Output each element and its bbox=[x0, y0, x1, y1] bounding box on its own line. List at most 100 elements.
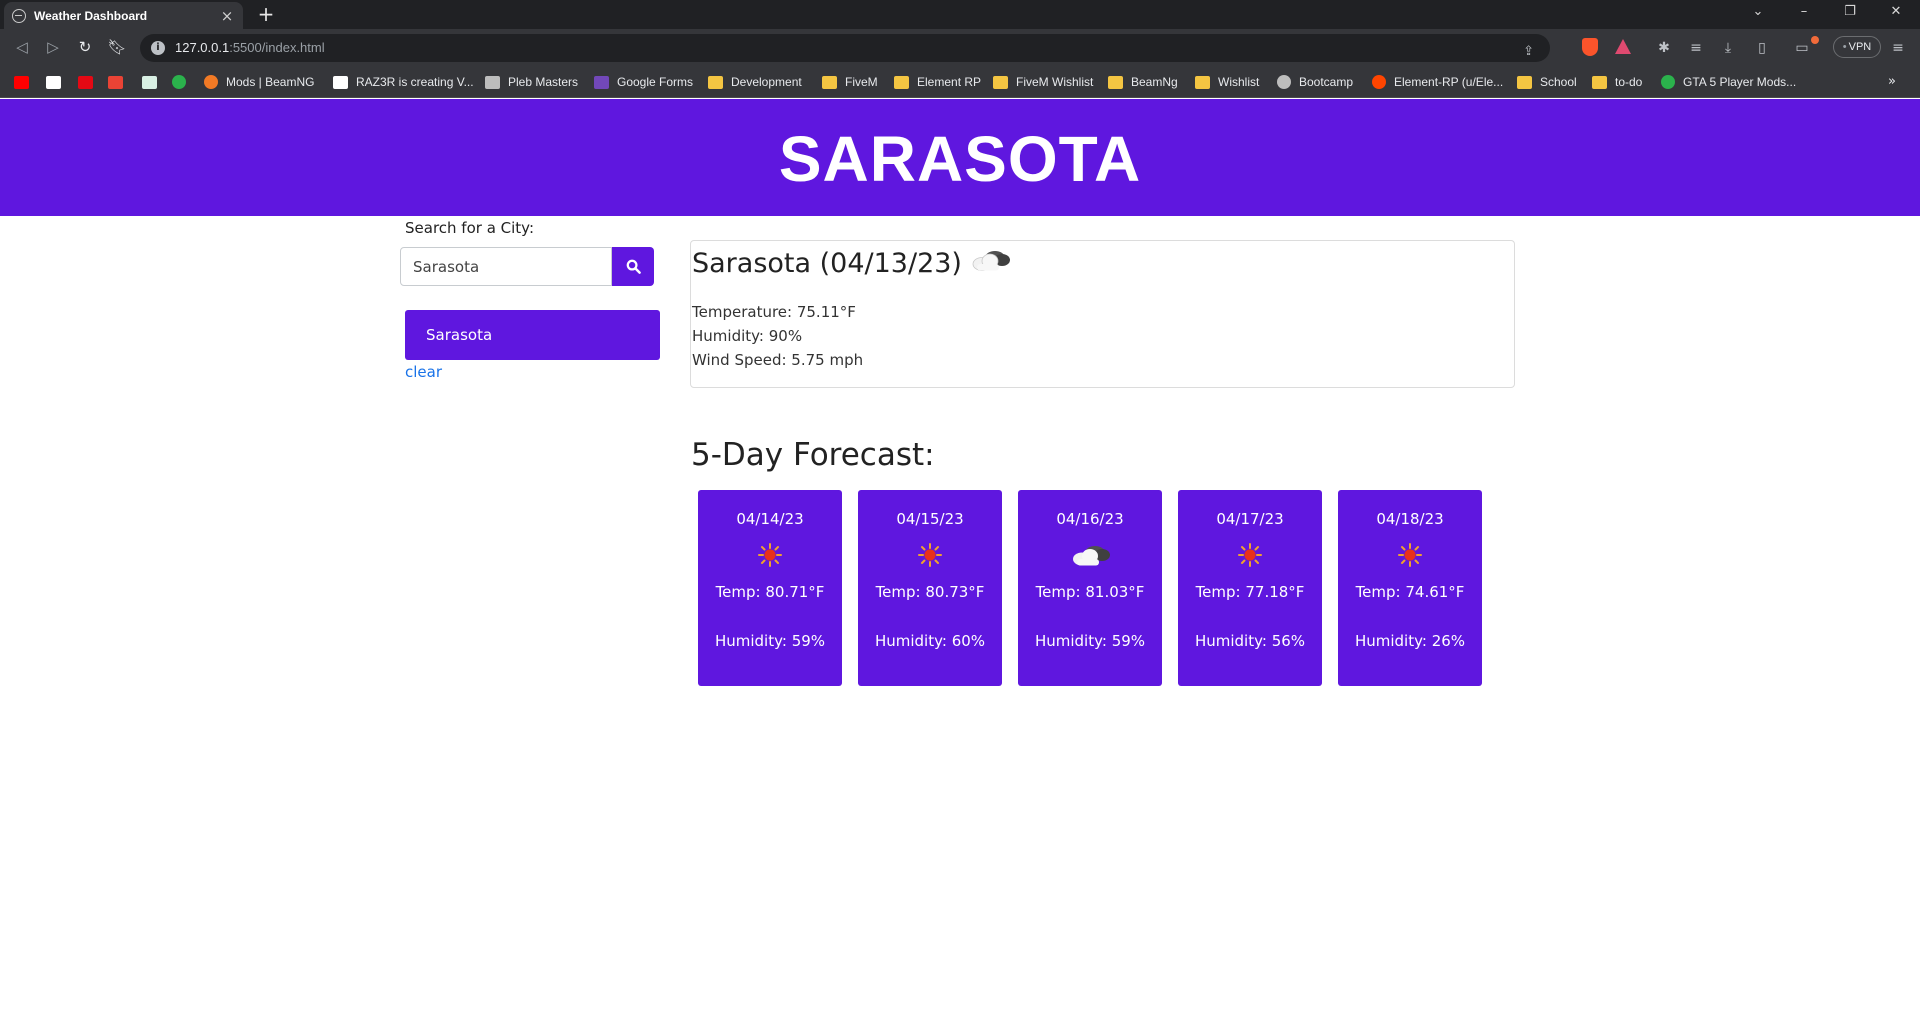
download-icon[interactable]: ⤓ bbox=[1718, 38, 1738, 58]
reading-list-icon[interactable]: ≡ bbox=[1686, 38, 1706, 58]
bookmark-element-rp-u-ele[interactable]: Element-RP (u/Ele... bbox=[1372, 72, 1503, 92]
netflix-icon bbox=[78, 75, 93, 89]
current-city-date: Sarasota (04/13/23) bbox=[692, 248, 962, 279]
brave-shields-icon[interactable] bbox=[1582, 38, 1598, 56]
beamng-icon bbox=[204, 75, 218, 89]
clear-history-link[interactable]: clear bbox=[405, 363, 442, 381]
bookmark-label: Bootcamp bbox=[1299, 75, 1354, 89]
share-icon[interactable]: ⇪ bbox=[1523, 44, 1534, 59]
bookmark-label: School bbox=[1540, 75, 1577, 89]
bookmark-label: to-do bbox=[1615, 75, 1643, 89]
current-temperature: Temperature: 75.11°F bbox=[692, 303, 856, 321]
forecast-temp: Temp: 81.03°F bbox=[1035, 583, 1145, 601]
bookmark-label: Pleb Masters bbox=[508, 75, 579, 89]
browser-tab-strip: Weather Dashboard × + ⌄ – ❐ ✕ bbox=[0, 0, 1920, 29]
forecast-card: 04/17/23 Temp: 77.18°F Humidity: 56% bbox=[1178, 490, 1322, 686]
folder-icon bbox=[1517, 75, 1532, 89]
bookmark-raz3r-is-creating-v[interactable]: RAZ3R is creating V... bbox=[333, 72, 474, 92]
bookmark-element-rp[interactable]: Element RP bbox=[894, 72, 981, 92]
bookmark-to-do[interactable]: to-do bbox=[1592, 72, 1642, 92]
current-weather-card: Sarasota (04/13/23) Temperature: 75.11°F… bbox=[690, 240, 1515, 388]
tab-search-icon[interactable]: ⌄ bbox=[1748, 4, 1768, 19]
search-label: Search for a City: bbox=[405, 219, 535, 237]
forecast-card: 04/16/23 Temp: 81.03°F Humidity: 59% bbox=[1018, 490, 1162, 686]
bookmark-label: Element RP bbox=[917, 75, 982, 89]
bookmarks-bar: Mods | BeamNG RAZ3R is creating V... Pleb … bbox=[0, 66, 1920, 98]
forecast-temp: Temp: 77.18°F bbox=[1195, 583, 1305, 601]
bookmark-label: GTA 5 Player Mods... bbox=[1683, 75, 1797, 89]
bookmark-school[interactable]: School bbox=[1517, 72, 1577, 92]
reddit-icon bbox=[1372, 75, 1386, 89]
restore-icon[interactable]: ❐ bbox=[1840, 4, 1860, 19]
search-button[interactable] bbox=[612, 247, 654, 286]
forecast-humidity: Humidity: 60% bbox=[874, 632, 986, 650]
forward-icon[interactable]: ▷ bbox=[43, 37, 63, 57]
sidebar-icon[interactable]: ▯ bbox=[1752, 38, 1772, 58]
brave-rewards-icon[interactable] bbox=[1615, 39, 1631, 54]
forecast-title: 5-Day Forecast: bbox=[691, 437, 935, 473]
bookmark-label: FiveM bbox=[845, 75, 878, 89]
menu-icon[interactable]: ≡ bbox=[1888, 38, 1908, 58]
city-search-input[interactable] bbox=[400, 247, 612, 286]
bookmark-wishlist[interactable]: Wishlist bbox=[1195, 72, 1259, 92]
forecast-humidity: Humidity: 59% bbox=[714, 632, 826, 650]
bookmark-label: FiveM Wishlist bbox=[1016, 75, 1094, 89]
forms-icon bbox=[594, 75, 609, 89]
forecast-humidity: Humidity: 59% bbox=[1034, 632, 1146, 650]
browser-toolbar: ◁ ▷ ↻ 🔖︎ i 127.0.0.1:5500/index.html ⇪ ✱… bbox=[0, 29, 1920, 66]
close-tab-icon[interactable]: × bbox=[219, 7, 235, 25]
vpn-button[interactable]: VPN bbox=[1833, 36, 1881, 58]
bookmark-label: Mods | BeamNG bbox=[226, 75, 315, 89]
bookmark-beamng[interactable]: BeamNg bbox=[1108, 72, 1178, 92]
pleb-icon bbox=[485, 75, 500, 89]
bookmark-youtube[interactable] bbox=[14, 72, 29, 92]
back-icon[interactable]: ◁ bbox=[12, 37, 32, 57]
folder-icon bbox=[993, 75, 1008, 89]
bookmark-chatgpt[interactable] bbox=[142, 72, 157, 92]
bookmark-development[interactable]: Development bbox=[708, 72, 802, 92]
current-humidity: Humidity: 90% bbox=[692, 327, 803, 345]
forecast-date: 04/18/23 bbox=[1376, 510, 1444, 528]
folder-icon bbox=[1592, 75, 1607, 89]
forecast-humidity: Humidity: 26% bbox=[1354, 632, 1466, 650]
globe-icon bbox=[12, 8, 26, 23]
bookmark-label: BeamNg bbox=[1131, 75, 1178, 89]
forecast-temp: Temp: 74.61°F bbox=[1355, 583, 1465, 601]
bookmark-bootcamp[interactable]: Bootcamp bbox=[1277, 72, 1353, 92]
history-city-button[interactable]: Sarasota bbox=[405, 310, 660, 360]
bookmark-green-round[interactable] bbox=[172, 72, 186, 92]
bookmark-amazon[interactable] bbox=[46, 72, 61, 92]
forecast-card: 04/18/23 Temp: 74.61°F Humidity: 26% bbox=[1338, 490, 1482, 686]
bookmark-label: Wishlist bbox=[1218, 75, 1260, 89]
sun-icon bbox=[1338, 542, 1482, 568]
folder-icon bbox=[1195, 75, 1210, 89]
bookmark-icon[interactable]: 🔖︎ bbox=[107, 37, 127, 57]
minimize-icon[interactable]: – bbox=[1794, 4, 1814, 19]
address-bar[interactable]: i 127.0.0.1:5500/index.html ⇪ bbox=[140, 34, 1550, 62]
sun-icon bbox=[858, 542, 1002, 568]
bookmark-fivem[interactable]: FiveM bbox=[822, 72, 878, 92]
bookmark-gmail[interactable] bbox=[108, 72, 123, 92]
bookmark-mods-beamng[interactable]: Mods | BeamNG bbox=[204, 72, 314, 92]
new-tab-button[interactable]: + bbox=[255, 4, 277, 26]
forecast-date: 04/17/23 bbox=[1216, 510, 1284, 528]
more-bookmarks-icon[interactable]: » bbox=[1888, 74, 1896, 89]
notification-dot bbox=[1811, 36, 1819, 44]
extensions-icon[interactable]: ✱ bbox=[1654, 38, 1674, 58]
current-wind-speed: Wind Speed: 5.75 mph bbox=[692, 351, 864, 369]
bookmark-gta-5-player-mods[interactable]: GTA 5 Player Mods... bbox=[1661, 72, 1796, 92]
browser-tab[interactable]: Weather Dashboard × bbox=[4, 2, 243, 29]
close-window-icon[interactable]: ✕ bbox=[1886, 4, 1906, 19]
current-weather-heading: Sarasota (04/13/23) bbox=[692, 247, 1012, 280]
site-info-icon[interactable]: i bbox=[151, 41, 165, 55]
bookmark-google-forms[interactable]: Google Forms bbox=[594, 72, 693, 92]
forecast-date: 04/16/23 bbox=[1056, 510, 1124, 528]
reload-icon[interactable]: ↻ bbox=[75, 37, 95, 57]
bookmark-pleb-masters[interactable]: Pleb Masters bbox=[485, 72, 578, 92]
tab-title: Weather Dashboard bbox=[34, 8, 148, 23]
sun-icon bbox=[1178, 542, 1322, 568]
wallet-icon[interactable]: ▭ bbox=[1792, 38, 1812, 58]
forecast-date: 04/15/23 bbox=[896, 510, 964, 528]
bookmark-netflix[interactable] bbox=[78, 72, 93, 92]
bookmark-fivem-wishlist[interactable]: FiveM Wishlist bbox=[993, 72, 1093, 92]
